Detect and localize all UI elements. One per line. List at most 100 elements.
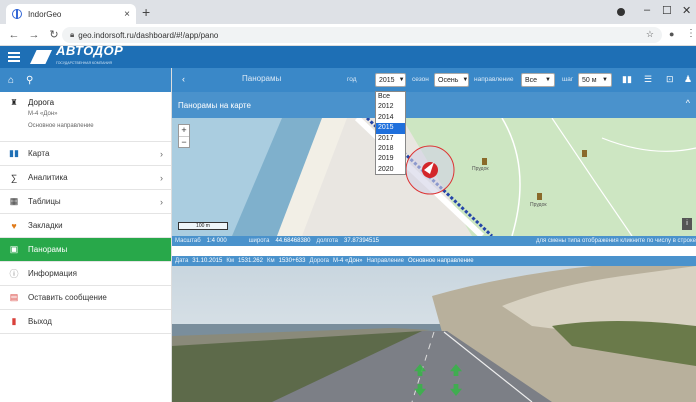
road-value: М-4 «Дон» [333,258,363,264]
zoom-control: + − [178,124,190,148]
year-option[interactable]: 2018 [376,144,405,154]
km2-label: Км [266,258,275,264]
sidebar-road-block[interactable]: ♜ Дорога М-4 «Дон» Основное направление [0,92,171,142]
close-window-button[interactable]: ✕ [682,4,691,17]
chevron-up-icon[interactable]: ^ [686,98,690,108]
message-icon: ▤ [9,292,19,302]
forward-arrow-icon[interactable]: → [28,29,40,41]
sidebar-item-label: Выход [28,317,52,326]
avtodor-logo: АВТОДОР ГОСУДАРСТВЕННАЯ КОМПАНИЯ [30,43,124,69]
year-dropdown-list[interactable]: Все 2012 2014 2015 2017 2018 2019 2020 [375,91,406,175]
dropdown-arrow-icon: ▼ [545,77,551,83]
season-select[interactable]: Осень ▼ [434,73,469,87]
bookmark-icon: ♥ [11,220,17,231]
hamburger-menu-icon[interactable] [8,50,20,64]
map-canvas[interactable] [172,118,696,236]
km-value: 1531.262 [237,258,263,264]
list-icon[interactable]: ☰ [644,74,652,85]
star-icon[interactable]: ☆ [646,29,654,40]
maximize-button[interactable]: ☐ [662,4,672,17]
person-icon[interactable]: ♟ [684,74,692,85]
browser-tab-strip: IndorGeo × + – ☐ ✕ [0,0,696,24]
logo-text: АВТОДОР ГОСУДАРСТВЕННАЯ КОМПАНИЯ [56,43,124,65]
zoom-in-button[interactable]: + [179,125,189,136]
panorama-image[interactable] [172,266,696,402]
sidebar-item-exit[interactable]: ▮ Выход [0,310,171,334]
sidebar-item-label: Закладки [28,221,63,230]
panorama-view[interactable] [172,266,696,402]
year-option[interactable]: Все [376,92,405,102]
sidebar-item-label: Информация [28,269,77,278]
map-icon: ▮▮ [9,148,19,158]
map-status-bar: Масштаб 1:4 000 широта 44.68468380 долго… [172,236,696,246]
sidebar-item-map[interactable]: ▮▮ Карта › [0,142,171,166]
scale-value[interactable]: 1:4 000 [207,238,227,244]
km2-value: 1530+633 [278,258,306,264]
sidebar-item-message[interactable]: ▤ Оставить сообщение [0,286,171,310]
sidebar-item-analytics[interactable]: ∑ Аналитика › [0,166,171,190]
app-header: АВТОДОР ГОСУДАРСТВЕННАЯ КОМПАНИЯ [0,43,696,69]
map-view[interactable]: Прудок Прудок + − 100 m i [172,118,696,236]
back-chevron-icon[interactable]: ‹ [182,74,185,84]
sidebar-item-bookmarks[interactable]: ♥ Закладки [0,214,171,238]
pano-info-bar: Дата 31.10.2015 Км 1531.262 Км 1530+633 … [172,256,696,266]
url-field[interactable]: 🔒︎ geo.indorsoft.ru/dashboard/#!/app/pan… [62,27,662,43]
direction-select[interactable]: Все ▼ [521,73,555,87]
record-icon[interactable] [617,8,625,16]
map-info-button[interactable]: i [682,218,692,230]
scale-bar: 100 m [178,222,228,230]
browser-tab[interactable]: IndorGeo × [6,4,136,24]
scale-label: Масштаб [175,238,201,244]
lat-label: широта [248,238,270,244]
year-label: год [347,76,357,83]
home-icon[interactable]: ⌂ [8,75,14,86]
date-label: Дата [175,258,189,264]
lat-value[interactable]: 44.68468380 [275,238,310,244]
road-label: Дорога [28,98,55,107]
direction-value: Основное направление [407,258,474,264]
new-tab-button[interactable]: + [142,5,150,19]
tab-title: IndorGeo [28,9,62,19]
lon-value[interactable]: 37.87394515 [344,238,379,244]
pano-toolbar: ‹ Панорамы год 2015 ▼ сезон Осень ▼ направ… [172,68,696,92]
dropdown-arrow-icon: ▼ [398,77,405,83]
step-select[interactable]: 50 м ▼ [578,73,612,87]
year-select[interactable]: 2015 ▼ [375,73,406,87]
url-text: geo.indorsoft.ru/dashboard/#!/app/pano [78,30,219,40]
search-icon[interactable]: ⚲ [26,75,33,86]
profile-icon[interactable]: ● [669,29,674,39]
table-icon: ▦ [9,196,19,206]
year-option[interactable]: 2014 [376,113,405,123]
road-direction: Основное направление [28,123,94,129]
step-label: шаг [562,76,574,83]
map-panel-header: Панорамы на карте ^ [172,92,696,118]
status-hint: для смены типа отображения кликните по ч… [535,238,696,244]
dropdown-arrow-icon: ▼ [462,77,469,83]
dropdown-arrow-icon: ▼ [602,77,608,83]
reload-icon[interactable]: ↻ [48,28,60,41]
year-option[interactable]: 2020 [376,165,405,175]
lock-icon: 🔒︎ [70,30,75,39]
menu-kebab-icon[interactable]: ⋮ [686,28,696,39]
chevron-right-icon: › [160,148,163,159]
year-option[interactable]: 2012 [376,102,405,112]
minimize-button[interactable]: – [644,4,650,16]
zoom-out-button[interactable]: − [179,136,189,147]
chevron-right-icon: › [160,196,163,207]
sidebar-top-bar: ⌂ ⚲ [0,68,171,92]
sidebar-item-panoramas[interactable]: ▣ Панорамы [0,238,171,262]
layout-icon[interactable]: ▮▮ [622,74,632,85]
fullscreen-icon[interactable]: ⊡ [666,74,674,85]
toolbar-title: Панорамы [242,74,282,83]
sidebar-item-label: Оставить сообщение [28,293,107,302]
road-label: Дорога [309,258,330,264]
tab-close-icon[interactable]: × [124,9,130,20]
year-option[interactable]: 2017 [376,134,405,144]
year-option[interactable]: 2019 [376,154,405,164]
sidebar-item-info[interactable]: ⓘ Информация [0,262,171,286]
year-option[interactable]: 2015 [376,123,405,134]
sidebar-item-tables[interactable]: ▦ Таблицы › [0,190,171,214]
chevron-right-icon: › [160,172,163,183]
back-arrow-icon[interactable]: ← [8,29,20,41]
place-label: Прудок [530,202,547,208]
